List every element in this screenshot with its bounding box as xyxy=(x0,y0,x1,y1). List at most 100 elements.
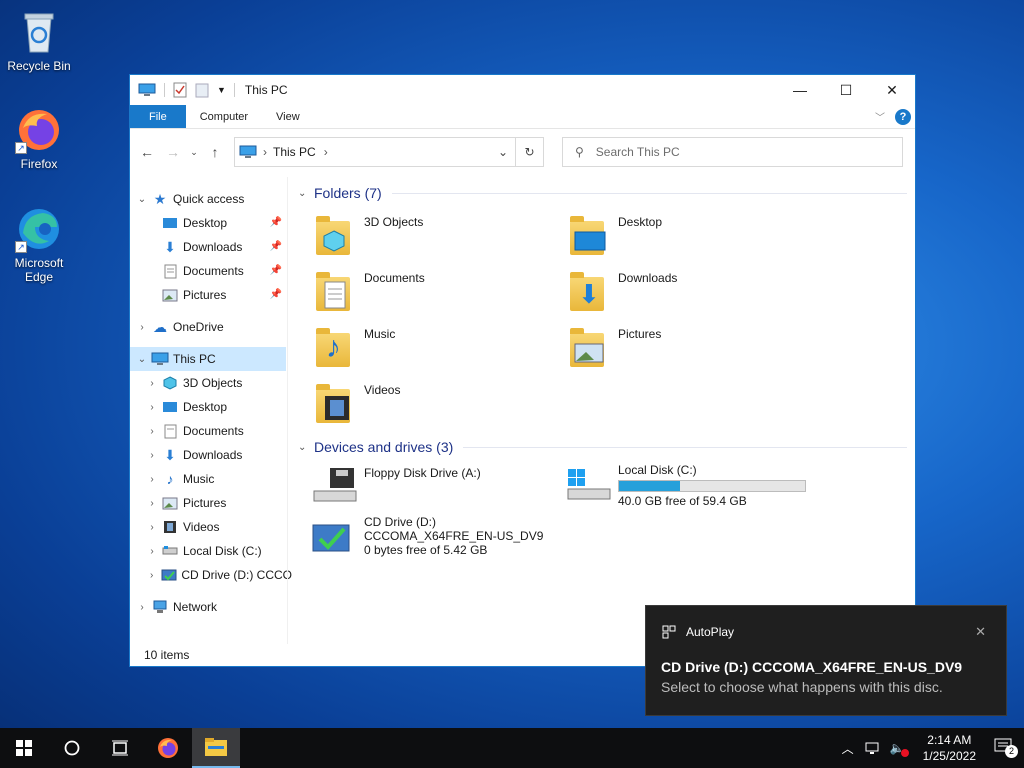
folder-desktop[interactable]: Desktop xyxy=(564,205,818,261)
expand-ribbon-icon[interactable]: ﹀ xyxy=(875,109,885,124)
expand-chevron-icon[interactable]: › xyxy=(145,546,159,557)
pin-icon[interactable]: 📌 xyxy=(270,217,282,228)
group-title: Devices and drives (3) xyxy=(314,439,454,455)
search-button[interactable] xyxy=(48,728,96,768)
drive-icon xyxy=(161,543,179,559)
group-title: Folders (7) xyxy=(314,185,382,201)
music-icon: ♪ xyxy=(166,471,174,487)
minimize-button[interactable]: — xyxy=(777,75,823,105)
title-bar[interactable]: ▼ This PC — ☐ ✕ xyxy=(130,75,915,105)
address-dropdown-icon[interactable]: ⌄ xyxy=(491,145,515,159)
pin-icon[interactable]: 📌 xyxy=(270,241,282,252)
nav-pc-documents[interactable]: › Documents xyxy=(130,419,292,443)
group-header-folders[interactable]: ⌄ Folders (7) xyxy=(298,181,915,205)
new-folder-icon[interactable] xyxy=(195,82,209,98)
folder-3d-objects[interactable]: 3D Objects xyxy=(310,205,564,261)
nav-label: Music xyxy=(183,472,215,486)
maximize-button[interactable]: ☐ xyxy=(823,75,869,105)
up-button[interactable]: ↑ xyxy=(204,141,226,163)
expand-chevron-icon[interactable]: › xyxy=(135,322,149,333)
expand-chevron-icon[interactable]: › xyxy=(145,450,159,461)
action-center-icon[interactable]: 2 xyxy=(994,738,1018,758)
nav-network[interactable]: › Network xyxy=(130,595,292,619)
nav-onedrive[interactable]: › ☁ OneDrive xyxy=(130,315,292,339)
folder-documents[interactable]: Documents xyxy=(310,261,564,317)
nav-this-pc[interactable]: ⌄ This PC xyxy=(130,347,286,371)
expand-chevron-icon[interactable]: › xyxy=(145,498,159,509)
close-button[interactable]: ✕ xyxy=(869,75,915,105)
collapse-chevron-icon[interactable]: ⌄ xyxy=(135,354,149,365)
breadcrumb-chevron-icon[interactable]: › xyxy=(324,145,328,159)
pin-icon[interactable]: 📌 xyxy=(270,265,282,276)
address-bar[interactable]: › This PC › ⌄ ↻ xyxy=(234,137,544,167)
forward-button[interactable]: → xyxy=(162,141,184,163)
nav-pc-pictures[interactable]: › Pictures xyxy=(130,491,292,515)
nav-label: 3D Objects xyxy=(183,376,243,390)
expand-chevron-icon[interactable]: › xyxy=(145,402,159,413)
nav-pc-cd-drive[interactable]: › CD Drive (D:) CCCO xyxy=(130,563,292,587)
autoplay-notification[interactable]: AutoPlay ✕ CD Drive (D:) CCCOMA_X64FRE_E… xyxy=(645,605,1007,716)
drive-cd[interactable]: CD Drive (D:) CCCOMA_X64FRE_EN-US_DV9 0 … xyxy=(310,511,564,569)
properties-icon[interactable] xyxy=(173,82,187,98)
network-icon xyxy=(151,599,169,615)
collapse-chevron-icon[interactable]: ⌄ xyxy=(298,188,312,199)
collapse-chevron-icon[interactable]: ⌄ xyxy=(298,442,312,453)
nav-pc-downloads[interactable]: › ⬇ Downloads xyxy=(130,443,292,467)
nav-quick-documents[interactable]: Documents xyxy=(130,259,292,283)
help-icon[interactable]: ? xyxy=(895,108,911,125)
start-button[interactable] xyxy=(0,728,48,768)
nav-quick-desktop[interactable]: Desktop xyxy=(130,211,292,235)
task-view-button[interactable] xyxy=(96,728,144,768)
toast-close-icon[interactable]: ✕ xyxy=(975,624,986,640)
search-icon: ⚲ xyxy=(575,145,584,159)
nav-pc-local-disk[interactable]: › Local Disk (C:) xyxy=(130,539,292,563)
desktop-icon-firefox[interactable]: ↗ Firefox xyxy=(1,106,77,171)
expand-chevron-icon[interactable]: › xyxy=(145,474,159,485)
nav-pc-music[interactable]: › ♪ Music xyxy=(130,467,292,491)
folder-label: Videos xyxy=(364,383,401,397)
recent-locations-button[interactable]: ⌄ xyxy=(188,141,200,163)
tab-file[interactable]: File xyxy=(130,105,186,128)
desktop-folder-icon xyxy=(161,399,179,415)
network-icon[interactable] xyxy=(864,741,880,755)
expand-chevron-icon[interactable]: › xyxy=(145,378,159,389)
group-header-devices[interactable]: ⌄ Devices and drives (3) xyxy=(298,435,915,459)
tab-computer[interactable]: Computer xyxy=(186,105,262,128)
collapse-chevron-icon[interactable]: ⌄ xyxy=(135,194,149,205)
nav-quick-pictures[interactable]: Pictures xyxy=(130,283,292,307)
nav-pc-3d-objects[interactable]: › 3D Objects xyxy=(130,371,292,395)
expand-chevron-icon[interactable]: › xyxy=(135,602,149,613)
star-icon: ★ xyxy=(153,190,167,207)
drive-local-disk[interactable]: Local Disk (C:) 40.0 GB free of 59.4 GB xyxy=(564,459,818,511)
clock[interactable]: 2:14 AM 1/25/2022 xyxy=(923,732,976,764)
folder-videos[interactable]: Videos xyxy=(310,373,564,429)
nav-quick-access[interactable]: ⌄ ★ Quick access xyxy=(130,187,292,211)
taskbar-file-explorer[interactable] xyxy=(192,728,240,768)
folder-pictures[interactable]: Pictures xyxy=(564,317,818,373)
expand-chevron-icon[interactable]: › xyxy=(145,522,159,533)
breadcrumb-chevron-icon[interactable]: › xyxy=(263,145,267,159)
expand-chevron-icon[interactable]: › xyxy=(145,570,158,581)
volume-muted-icon[interactable]: 🔈 xyxy=(890,741,909,757)
folder-downloads[interactable]: ⬇ Downloads xyxy=(564,261,818,317)
desktop-icon-edge[interactable]: ↗ Microsoft Edge xyxy=(1,205,77,284)
drive-floppy[interactable]: Floppy Disk Drive (A:) xyxy=(310,459,564,511)
tab-view[interactable]: View xyxy=(262,105,314,128)
nav-quick-downloads[interactable]: ⬇ Downloads xyxy=(130,235,292,259)
refresh-icon[interactable]: ↻ xyxy=(515,138,543,166)
search-input[interactable]: ⚲ Search This PC xyxy=(562,137,903,167)
expand-chevron-icon[interactable]: › xyxy=(145,426,159,437)
breadcrumb-this-pc[interactable]: This PC xyxy=(273,145,316,159)
taskbar-firefox[interactable] xyxy=(144,728,192,768)
desktop-icon-recycle-bin[interactable]: Recycle Bin xyxy=(1,8,77,73)
customize-qat-icon[interactable]: ▼ xyxy=(217,85,226,95)
show-hidden-icons-icon[interactable]: ︿ xyxy=(842,740,854,757)
nav-label: OneDrive xyxy=(173,320,224,334)
pin-icon[interactable]: 📌 xyxy=(270,289,282,300)
computer-icon xyxy=(138,83,156,96)
nav-pc-desktop[interactable]: › Desktop xyxy=(130,395,292,419)
nav-pc-videos[interactable]: › Videos xyxy=(130,515,292,539)
folder-music[interactable]: ♪ Music xyxy=(310,317,564,373)
back-button[interactable]: ← xyxy=(136,141,158,163)
toast-app-name: AutoPlay xyxy=(686,625,735,639)
